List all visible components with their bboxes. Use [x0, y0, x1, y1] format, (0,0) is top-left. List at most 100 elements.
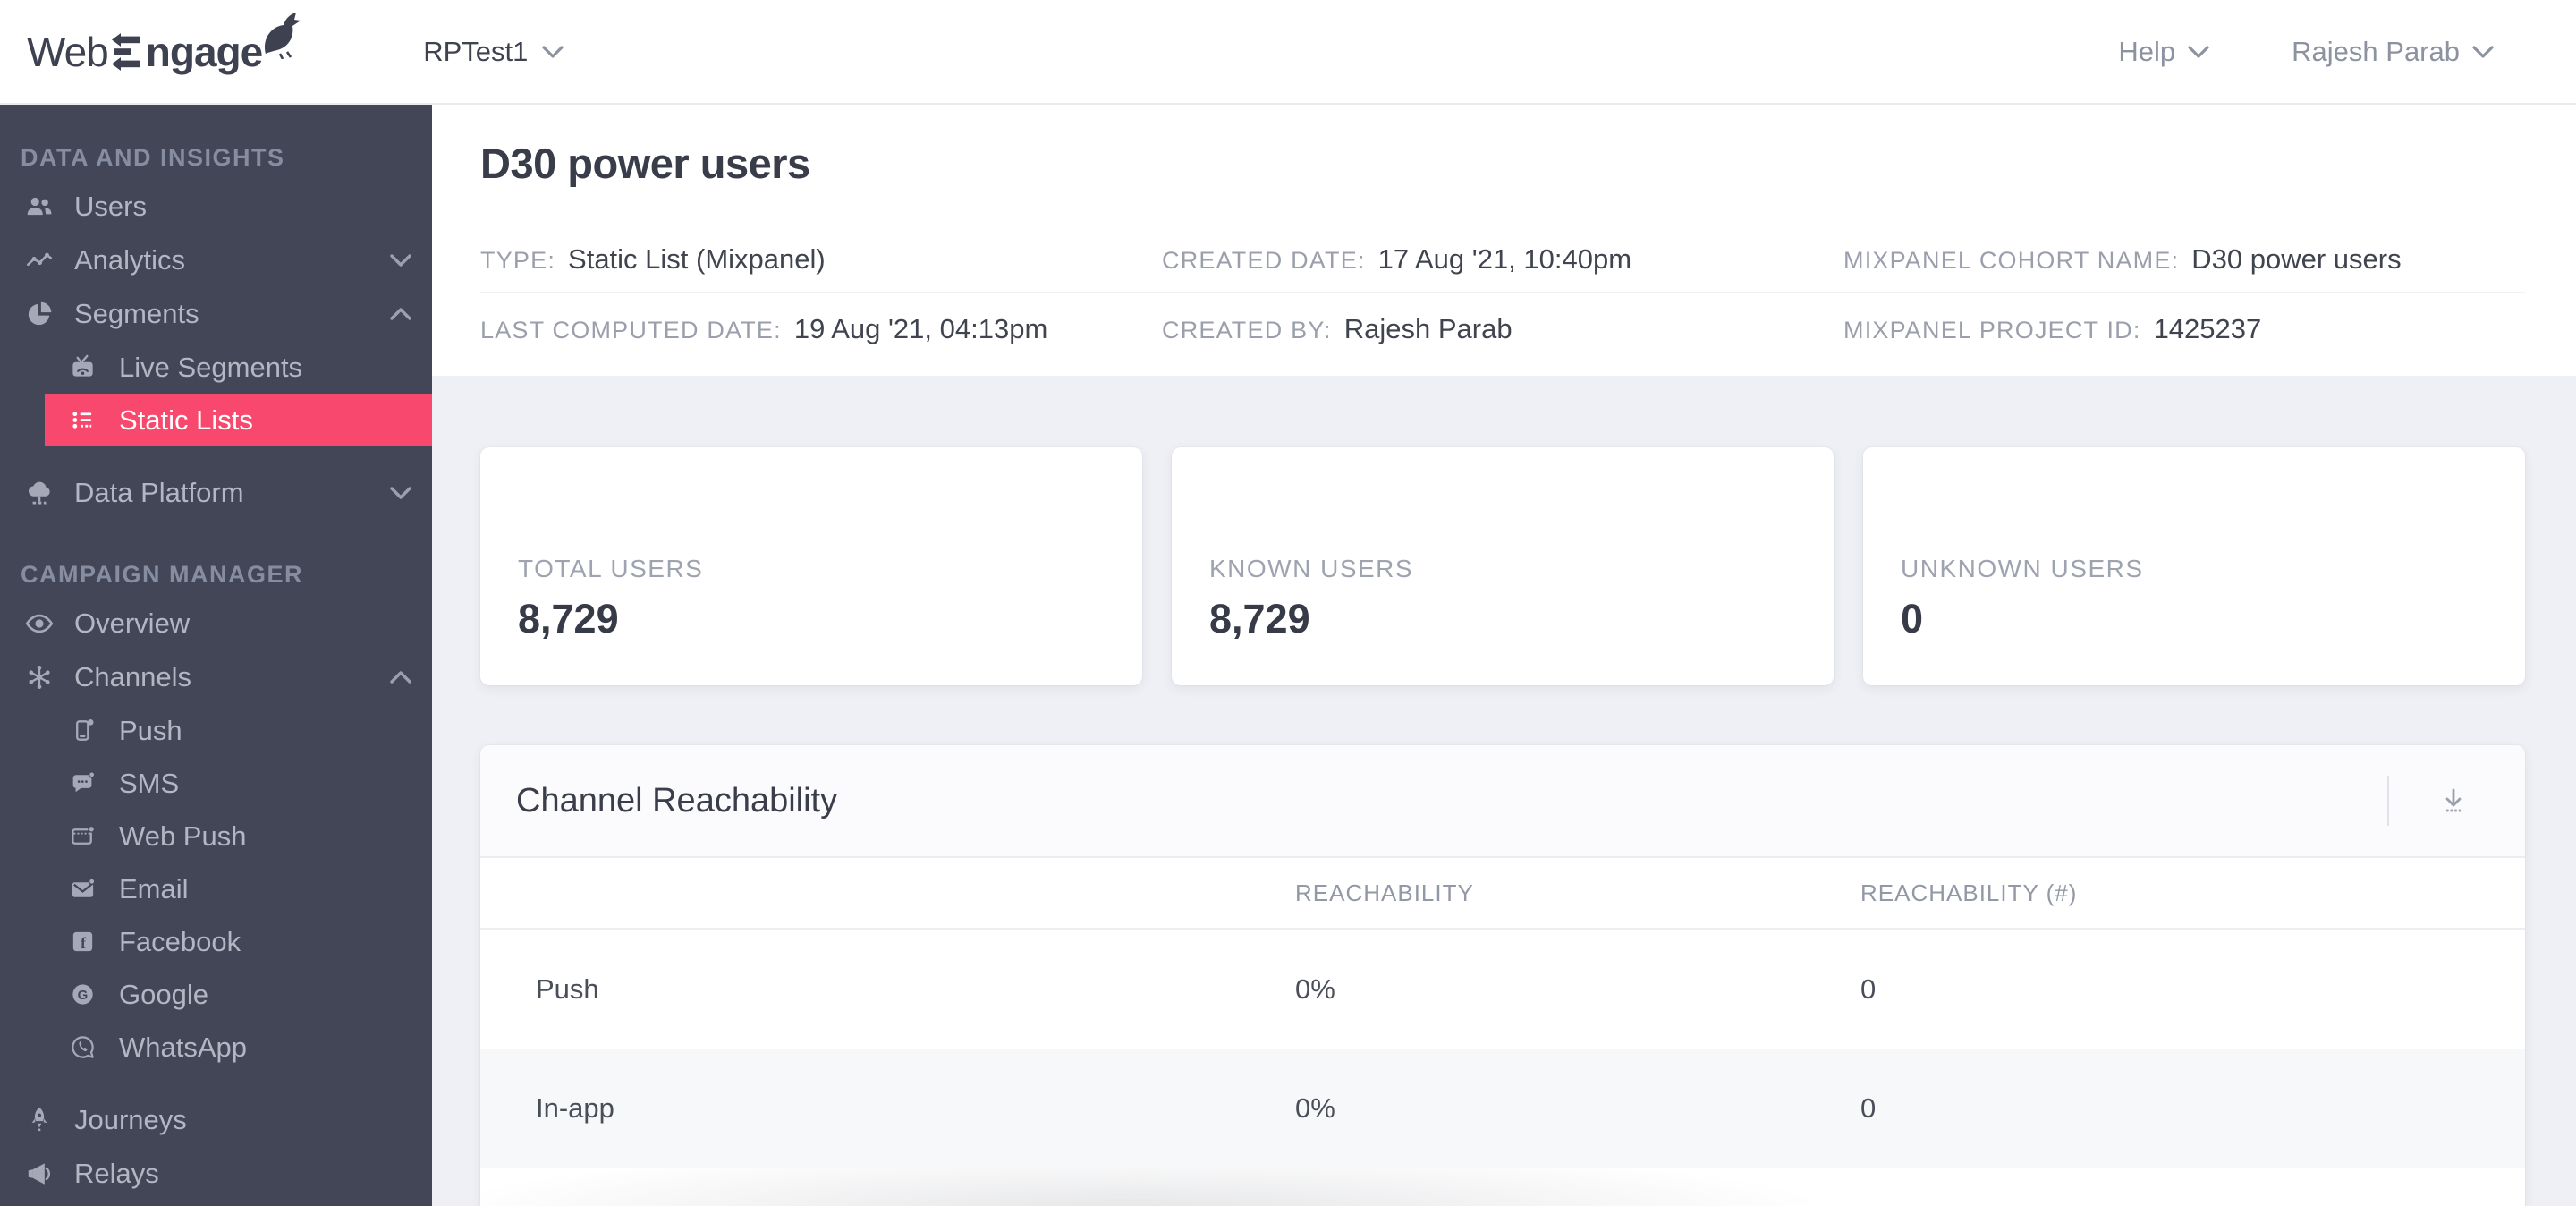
cell-reachability-count: 0: [1860, 973, 1877, 1005]
web-push-icon: [69, 822, 97, 850]
help-label: Help: [2118, 35, 2176, 67]
sidebar-item-overview[interactable]: Overview: [0, 597, 432, 650]
chevron-down-icon: [542, 45, 564, 58]
chevron-up-icon: [389, 669, 412, 685]
sidebar-item-label: Relays: [74, 1158, 159, 1189]
download-button[interactable]: [2428, 776, 2479, 826]
sidebar-item-live-segments[interactable]: Live Segments: [45, 341, 432, 394]
journeys-rocket-icon: [24, 1105, 55, 1135]
meta-created-by: CREATED BY: Rajesh Parab: [1162, 313, 1513, 344]
stat-cards: TOTAL USERS 8,729 KNOWN USERS 8,729 UNKN…: [480, 447, 2525, 685]
sidebar-item-static-lists[interactable]: Static Lists: [45, 394, 432, 446]
sidebar-item-web-push[interactable]: Web Push: [45, 810, 432, 862]
sidebar-item-label: Facebook: [119, 925, 242, 957]
sidebar-item-label: Data Platform: [74, 477, 244, 508]
data-platform-cloud-icon: [24, 478, 55, 508]
sidebar-item-analytics[interactable]: Analytics: [0, 234, 432, 287]
sidebar-item-label: Channels: [74, 661, 191, 692]
google-icon: G: [69, 981, 97, 1008]
sidebar-item-label: Journeys: [74, 1104, 187, 1135]
sidebar-item-label: SMS: [119, 767, 180, 799]
sidebar-section-data-and-insights: DATA AND INSIGHTS: [21, 144, 285, 171]
sidebar-item-label: Overview: [74, 607, 191, 639]
meta-type: TYPE: Static List (Mixpanel): [480, 231, 1162, 293]
sidebar-item-label: Email: [119, 872, 189, 904]
page-header: D30 power users TYPE: Static List (Mixpa…: [432, 105, 2576, 376]
top-bar: Web ngage RPTest1 Help Rajesh Parab: [0, 0, 2576, 105]
sidebar-item-email[interactable]: Email: [45, 862, 432, 915]
sidebar-item-label: Segments: [74, 298, 199, 329]
relays-megaphone-icon: [24, 1159, 55, 1189]
sidebar-item-facebook[interactable]: f Facebook: [45, 915, 432, 968]
sidebar-item-label: Users: [74, 191, 147, 222]
chevron-down-icon: [2472, 45, 2494, 58]
user-name: Rajesh Parab: [2292, 35, 2460, 67]
main-content: D30 power users TYPE: Static List (Mixpa…: [432, 105, 2576, 1206]
cell-channel: Push: [536, 973, 599, 1005]
chevron-down-icon: [389, 252, 412, 268]
sidebar-item-journeys[interactable]: Journeys: [0, 1093, 432, 1147]
table-row[interactable]: In-app 0% 0: [480, 1049, 2525, 1168]
sidebar-item-whatsapp[interactable]: WhatsApp: [45, 1021, 432, 1074]
channel-reachability-title: Channel Reachability: [516, 781, 838, 820]
sidebar-item-label: Web Push: [119, 820, 247, 852]
table-row-partial: [480, 1168, 2525, 1206]
sidebar-item-channels[interactable]: Channels: [0, 650, 432, 704]
meta-mixpanel-project-id: MIXPANEL PROJECT ID: 1425237: [1843, 313, 2262, 344]
sms-bubble-icon: [69, 769, 97, 797]
divider: [2387, 776, 2389, 826]
table-header-row: REACHABILITY REACHABILITY (#): [480, 858, 2525, 930]
project-name: RPTest1: [423, 35, 529, 67]
help-menu[interactable]: Help: [2118, 36, 2209, 68]
logo-text-web: Web: [27, 28, 109, 75]
sidebar-item-label: Push: [119, 714, 182, 746]
push-phone-icon: [69, 717, 97, 744]
sidebar-item-data-platform[interactable]: Data Platform: [0, 466, 432, 520]
sidebar-item-push[interactable]: Push: [45, 704, 432, 757]
analytics-icon: [24, 245, 55, 276]
stat-label: TOTAL USERS: [518, 555, 704, 582]
stat-label: UNKNOWN USERS: [1901, 555, 2144, 582]
segment-meta: TYPE: Static List (Mixpanel) CREATED DAT…: [480, 231, 2525, 361]
sidebar-item-label: Live Segments: [119, 351, 303, 383]
meta-created-date: CREATED DATE: 17 Aug '21, 10:40pm: [1162, 231, 1843, 293]
cell-reachability-count: 0: [1860, 1092, 1877, 1124]
table-row[interactable]: Push 0% 0: [480, 930, 2525, 1049]
user-menu[interactable]: Rajesh Parab: [2292, 36, 2494, 68]
sidebar-item-label: Google: [119, 978, 208, 1010]
chevron-up-icon: [389, 306, 412, 322]
users-icon: [24, 191, 55, 222]
cell-reachability: 0%: [1295, 1092, 1335, 1124]
stat-card-total-users: TOTAL USERS 8,729: [480, 447, 1142, 685]
sidebar-item-google[interactable]: G Google: [45, 968, 432, 1021]
sidebar-item-sms[interactable]: SMS: [45, 757, 432, 810]
facebook-icon: f: [69, 928, 97, 955]
static-lists-icon: [69, 406, 97, 434]
stat-value: 8,729: [518, 596, 619, 641]
page-title: D30 power users: [480, 140, 810, 187]
sidebar-item-relays[interactable]: Relays: [0, 1147, 432, 1201]
chevron-down-icon: [389, 485, 412, 501]
sidebar-item-label: Static Lists: [119, 403, 253, 436]
stat-label: KNOWN USERS: [1209, 555, 1414, 582]
column-header-reachability-count: REACHABILITY (#): [1860, 879, 2078, 906]
sidebar-item-users[interactable]: Users: [0, 180, 432, 234]
whatsapp-icon: [69, 1033, 97, 1061]
cell-reachability: 0%: [1295, 973, 1335, 1005]
stat-card-known-users: KNOWN USERS 8,729: [1172, 447, 1834, 685]
logo-bird-icon: [265, 13, 301, 59]
sidebar-item-label: WhatsApp: [119, 1031, 248, 1063]
sidebar-item-segments[interactable]: Segments: [0, 287, 432, 341]
cell-channel: In-app: [536, 1092, 614, 1124]
live-segments-icon: [69, 353, 97, 381]
channels-hub-icon: [24, 662, 55, 692]
column-header-reachability: REACHABILITY: [1295, 879, 1474, 906]
meta-last-computed-date: LAST COMPUTED DATE: 19 Aug '21, 04:13pm: [480, 313, 1048, 344]
sidebar-section-campaign-manager: CAMPAIGN MANAGER: [21, 561, 303, 588]
sidebar-nav: DATA AND INSIGHTS Users Analytics Segmen…: [0, 105, 432, 1206]
svg-text:f: f: [80, 934, 86, 952]
overview-eye-icon: [24, 608, 55, 639]
sidebar-item-label: Analytics: [74, 244, 186, 276]
webengage-logo[interactable]: Web ngage: [27, 0, 301, 103]
project-switcher[interactable]: RPTest1: [423, 36, 564, 68]
